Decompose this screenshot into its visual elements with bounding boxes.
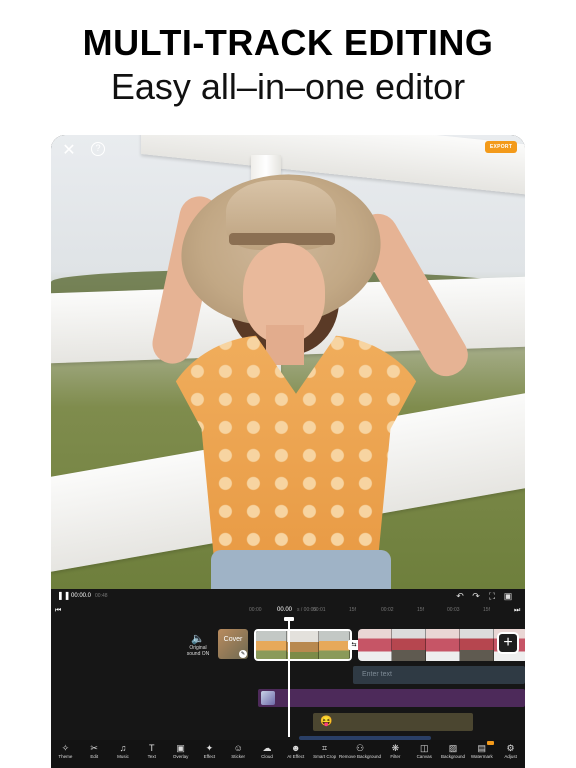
toolbar-canvas[interactable]: ◫ Canvas: [410, 740, 439, 768]
toolbar-label: Adjust: [504, 754, 517, 759]
toolbar-label: Sticker: [231, 754, 246, 759]
editor-screen: ✕ ? EXPORT ❚❚ 00:00.0 00:48 ↶ ↷ ⛶ ▣ ⏮ 00…: [51, 135, 525, 768]
timeline-panel: ❚❚ 00:00.0 00:48 ↶ ↷ ⛶ ▣ ⏮ 00:00 00.00 s…: [51, 589, 525, 768]
toolbar-label: Text: [147, 754, 156, 759]
clip-frame: [460, 629, 494, 661]
headline: MULTI-TRACK EDITING: [82, 22, 494, 63]
theme-icon: ✧: [61, 743, 70, 753]
toolbar-text[interactable]: T Text: [137, 740, 166, 768]
pro-badge: [487, 741, 495, 745]
ruler-label: 00:01: [313, 607, 326, 613]
toolbar-sticker[interactable]: ☺ Sticker: [224, 740, 253, 768]
pencil-icon: ✎: [239, 650, 247, 658]
ruler-label: 00:00: [249, 607, 262, 613]
toolbar-smart-crop[interactable]: ⌗ Smart Crop: [310, 740, 339, 768]
toolbar-remove-background[interactable]: ⚇ Remove Background: [339, 740, 381, 768]
toolbar-label: Smart Crop: [313, 754, 337, 759]
toolbar-edit[interactable]: ✂ Edit: [80, 740, 109, 768]
clip-frame: [287, 631, 319, 659]
text-icon: T: [149, 743, 155, 753]
toolbar-overlay[interactable]: ▣ Overlay: [166, 740, 195, 768]
overlay-icon: ▣: [176, 743, 185, 753]
help-icon[interactable]: ?: [91, 142, 105, 156]
export-button[interactable]: EXPORT: [485, 141, 517, 153]
subject-jeans: [211, 550, 391, 589]
music-icon: ♫: [119, 743, 127, 753]
toolbar-label: Effect: [203, 754, 216, 759]
clip-frame: [358, 629, 392, 661]
ruler-label: 15f: [483, 607, 490, 613]
clip-frame: [318, 631, 350, 659]
original-sound-line2: sound ON: [186, 651, 210, 657]
text-track[interactable]: Enter text: [353, 666, 525, 684]
clip-frame: [392, 629, 426, 661]
sticker-icon: ☺: [233, 743, 243, 753]
toolbar-label: Watermark: [470, 754, 493, 759]
smart-crop-icon: ⌗: [322, 743, 328, 753]
toolbar-theme[interactable]: ✧ Theme: [51, 740, 80, 768]
cover-thumbnail[interactable]: Cover ✎: [218, 629, 248, 659]
add-clip-button[interactable]: +: [497, 632, 519, 654]
video-clip-selected[interactable]: [254, 629, 352, 661]
subline: Easy all–in–one editor: [110, 66, 466, 107]
playback-controls: ❚❚ 00:00.0 00:48 ↶ ↷ ⛶ ▣: [51, 589, 525, 603]
total-time: 00:48: [95, 593, 108, 599]
toolbar-label: Canvas: [416, 754, 432, 759]
toolbar-label: Cloud: [261, 754, 273, 759]
toolbar-filter[interactable]: ❋ Filter: [381, 740, 410, 768]
cloud-icon: ☁: [262, 743, 272, 753]
toolbar-label: Music: [117, 754, 129, 759]
toolbar-music[interactable]: ♫ Music: [109, 740, 138, 768]
video-preview[interactable]: ✕ ? EXPORT: [51, 135, 525, 589]
ruler-label: 00:03: [447, 607, 460, 613]
overlay-track[interactable]: [258, 689, 525, 707]
ai-effect-icon: ☻: [291, 743, 301, 753]
bottom-toolbar: ✧ Theme ✂ Edit ♫ Music T Text ▣ Overlay …: [51, 740, 525, 768]
canvas-icon: ◫: [419, 743, 429, 753]
toolbar-background[interactable]: ▨ Background: [439, 740, 468, 768]
playhead[interactable]: [288, 617, 290, 737]
toolbar-label: Background: [440, 754, 465, 759]
scissors-icon: ✂: [90, 743, 98, 753]
clip-frame: [426, 629, 460, 661]
timeline-ruler[interactable]: ⏮ 00:00 00.00 s / 00:05 00:01 15f 00:02 …: [51, 605, 525, 617]
filter-icon: ❋: [391, 743, 400, 753]
toolbar-watermark[interactable]: ▤ Watermark: [467, 740, 496, 768]
toolbar-label: Theme: [58, 754, 73, 759]
toolbar-label: Edit: [90, 754, 99, 759]
toolbar-label: Filter: [390, 754, 401, 759]
save-icon[interactable]: ▣: [503, 591, 513, 601]
toolbar-label: Overlay: [172, 754, 189, 759]
overlay-thumbnail: [261, 691, 275, 705]
jump-end-icon[interactable]: ⏭: [514, 607, 520, 615]
adjust-icon: ⚙: [506, 743, 515, 753]
current-time: 00:00.0: [71, 593, 92, 599]
speaker-icon: 🔈: [191, 633, 205, 645]
toolbar-adjust[interactable]: ⚙ Adjust: [496, 740, 525, 768]
redo-icon[interactable]: ↷: [471, 591, 481, 601]
pause-icon[interactable]: ❚❚: [57, 592, 70, 600]
toolbar-label: Remove Background: [338, 754, 381, 759]
toolbar-effect[interactable]: ✦ Effect: [195, 740, 224, 768]
ruler-current: 00.00: [277, 607, 293, 613]
jump-start-icon[interactable]: ⏮: [55, 607, 61, 615]
toolbar-ai-effect[interactable]: ☻ AI Effect: [281, 740, 310, 768]
fullscreen-icon[interactable]: ⛶: [487, 591, 497, 601]
original-sound-toggle[interactable]: 🔈 Original sound ON: [181, 633, 215, 657]
toolbar-cloud[interactable]: ☁ Cloud: [253, 740, 282, 768]
effect-icon: ✦: [205, 743, 214, 753]
close-icon[interactable]: ✕: [59, 141, 79, 161]
ruler-label: 15f: [349, 607, 356, 613]
ruler-label: 15f: [417, 607, 424, 613]
remove-background-icon: ⚇: [355, 743, 365, 753]
sticker-emoji: 😝: [320, 716, 333, 727]
cover-label: Cover: [223, 636, 243, 643]
clip-frame: [256, 631, 288, 659]
undo-icon[interactable]: ↶: [455, 591, 465, 601]
ruler-label: 00:02: [381, 607, 394, 613]
sticker-track[interactable]: 😝: [313, 713, 473, 731]
toolbar-label: AI Effect: [287, 754, 305, 759]
background-icon: ▨: [448, 743, 458, 753]
